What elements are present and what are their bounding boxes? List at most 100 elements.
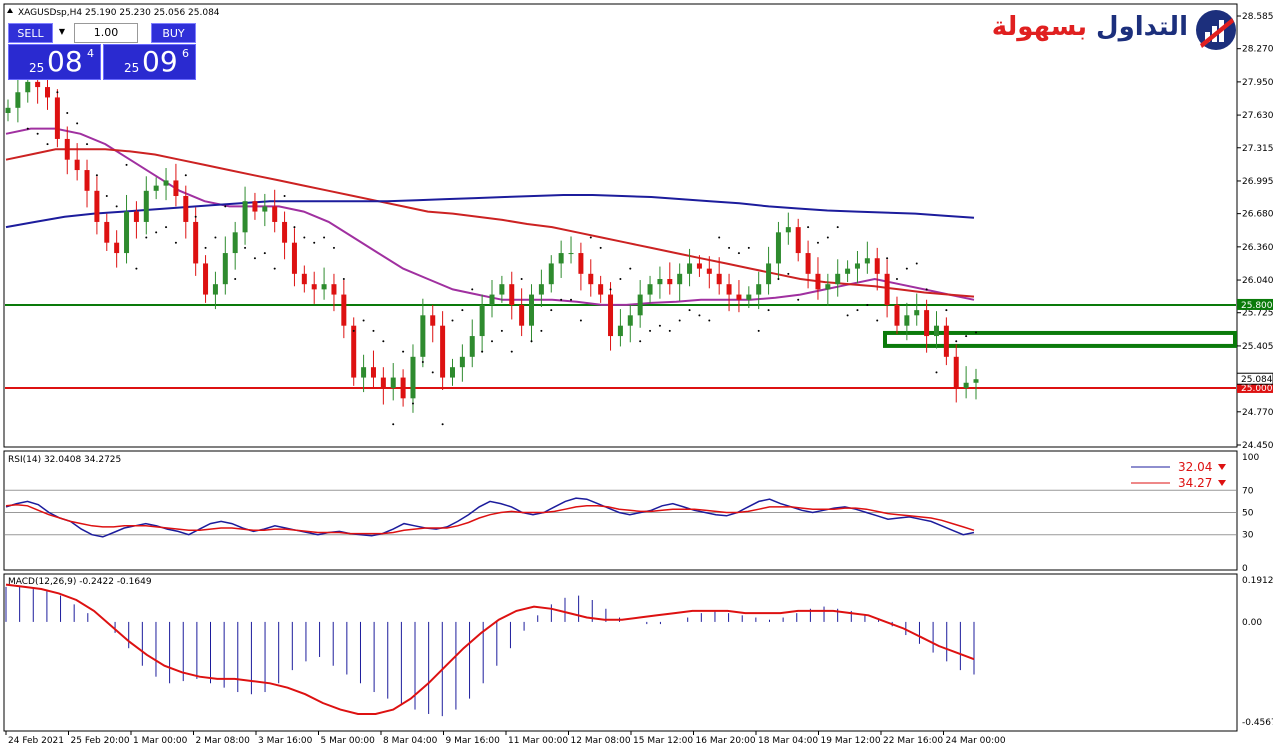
sar-dot xyxy=(155,231,158,234)
sar-dot xyxy=(816,241,819,244)
candle-body xyxy=(301,273,307,285)
buy-button[interactable]: BUY xyxy=(151,23,196,43)
candle-body xyxy=(548,263,554,285)
candle-body xyxy=(272,206,278,222)
candle-body xyxy=(953,356,959,388)
sar-dot xyxy=(905,267,908,270)
sar-dot xyxy=(510,350,513,353)
sar-dot xyxy=(589,236,592,239)
candle-body xyxy=(430,315,436,326)
sar-dot xyxy=(876,319,879,322)
candle-body xyxy=(963,382,969,388)
candle-body xyxy=(133,211,139,222)
sar-dot xyxy=(886,257,889,260)
sell-price-sup: 4 xyxy=(87,47,94,60)
candle-body xyxy=(183,196,189,222)
sar-dot xyxy=(767,309,770,312)
lot-size-input[interactable]: 1.00 xyxy=(74,23,138,43)
candle-body xyxy=(973,379,979,383)
candle-body xyxy=(203,263,209,295)
sar-dot xyxy=(619,278,622,281)
candle-body xyxy=(874,258,880,274)
candle-body xyxy=(94,190,100,222)
price-tick-label: 28.270 xyxy=(1242,45,1273,55)
sar-dot xyxy=(609,288,612,291)
chart-canvas[interactable]: 28.585 28.270 27.950 27.630 27.315 26.995 26.6… xyxy=(0,0,1273,747)
candle-body xyxy=(341,294,347,326)
macd-tick-label: -0.4567 xyxy=(1242,718,1273,728)
candle-body xyxy=(331,284,337,295)
time-tick-label: 3 Mar 16:00 xyxy=(258,736,313,746)
sar-dot xyxy=(451,319,454,322)
candle-body xyxy=(558,253,564,264)
candle-body xyxy=(657,279,663,285)
sar-dot xyxy=(342,278,345,281)
brand-logo: التداول بسهولة xyxy=(992,8,1240,53)
candle-body xyxy=(795,227,801,254)
sar-dot xyxy=(649,329,652,332)
candle-body xyxy=(529,294,535,326)
buy-price[interactable]: 25 09 6 xyxy=(103,44,196,80)
sar-dot xyxy=(95,174,98,177)
candle-body xyxy=(627,315,633,326)
sar-dot xyxy=(520,278,523,281)
sar-dot xyxy=(658,324,661,327)
candle-body xyxy=(163,180,169,186)
chevron-down-icon[interactable]: ▼ xyxy=(56,23,68,41)
candle-body xyxy=(835,273,841,285)
candle-body xyxy=(459,356,465,368)
sar-dot xyxy=(787,272,790,275)
sar-dot xyxy=(461,309,464,312)
candle-body xyxy=(45,87,51,98)
candle-body xyxy=(864,258,870,264)
sell-price[interactable]: 25 08 4 xyxy=(8,44,101,80)
rsi-tick-label: 30 xyxy=(1242,531,1254,541)
sar-dot xyxy=(846,314,849,317)
sar-dot xyxy=(540,329,543,332)
candle-body xyxy=(924,310,930,337)
current-price-label: 25.084 xyxy=(1241,375,1273,385)
candle-body xyxy=(361,367,367,378)
sar-dot xyxy=(777,278,780,281)
sar-dot xyxy=(925,288,928,291)
sar-dot xyxy=(500,329,503,332)
rsi-tick-label: 70 xyxy=(1242,486,1254,496)
candle-body xyxy=(894,304,900,326)
sar-dot xyxy=(273,267,276,270)
sar-dot xyxy=(184,174,187,177)
sar-dot xyxy=(244,246,247,249)
candle-body xyxy=(153,185,159,191)
sar-dot xyxy=(303,236,306,239)
sar-dot xyxy=(204,246,207,249)
sar-dot xyxy=(668,329,671,332)
sar-dot xyxy=(579,319,582,322)
sar-dot xyxy=(599,246,602,249)
macd-tick-label: 0.00 xyxy=(1242,618,1262,628)
sar-dot xyxy=(293,226,296,229)
candle-body xyxy=(420,315,426,357)
sar-dot xyxy=(362,319,365,322)
sar-dot xyxy=(382,340,385,343)
candle-body xyxy=(469,336,475,357)
sar-dot xyxy=(915,262,918,265)
buy-price-small: 25 xyxy=(124,61,140,75)
price-tick-label: 24.450 xyxy=(1242,441,1273,451)
candle-body xyxy=(884,273,890,305)
candle-body xyxy=(519,304,525,326)
bar-chart-logo-icon xyxy=(1196,10,1236,50)
time-tick-label: 24 Feb 2021 xyxy=(8,736,64,746)
rsi-tick-label: 50 xyxy=(1242,509,1254,519)
candle-body xyxy=(677,273,683,285)
sar-dot xyxy=(570,298,573,301)
time-tick-label: 22 Mar 16:00 xyxy=(883,736,943,746)
price-tick-label: 27.630 xyxy=(1242,111,1273,121)
sar-dot xyxy=(86,143,89,146)
sar-dot xyxy=(481,350,484,353)
macd-tick-label: 0.1912 xyxy=(1242,576,1273,586)
price-tick-label: 28.585 xyxy=(1242,12,1273,22)
time-tick-label: 2 Mar 08:00 xyxy=(196,736,251,746)
candle-body xyxy=(933,325,939,337)
sell-button[interactable]: SELL xyxy=(8,23,53,43)
candle-body xyxy=(696,263,702,269)
sar-dot xyxy=(224,205,227,208)
